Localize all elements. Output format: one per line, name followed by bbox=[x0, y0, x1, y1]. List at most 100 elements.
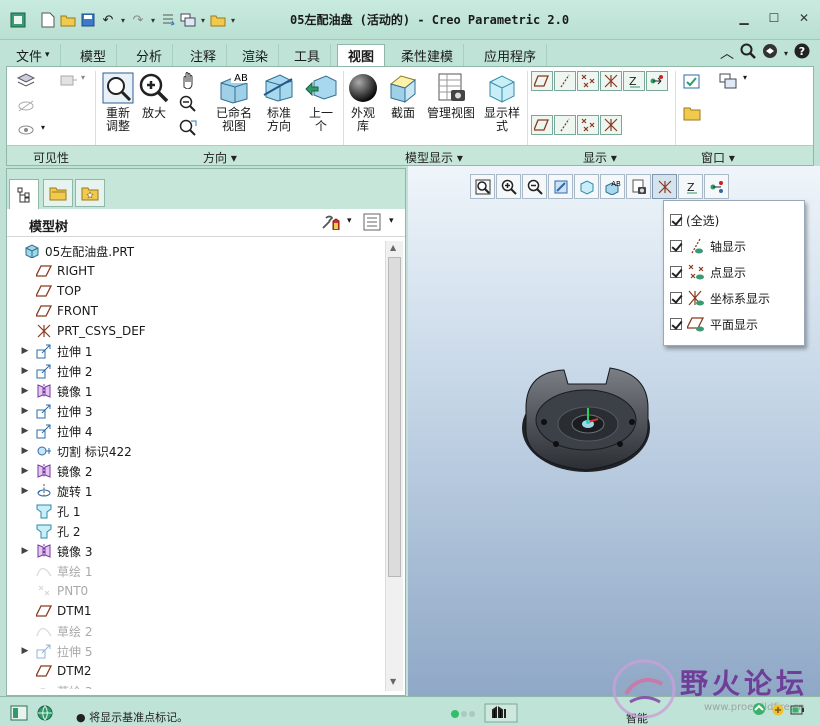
tab-applications[interactable]: 应用程序 bbox=[474, 44, 548, 66]
section-button[interactable]: 截面 bbox=[385, 71, 421, 120]
checkbox-checked[interactable] bbox=[670, 318, 682, 330]
tree-item[interactable]: ▶ 拉伸 3 bbox=[7, 401, 383, 421]
expand-arrow-icon[interactable]: ▶ bbox=[19, 346, 31, 356]
part-model-3d[interactable] bbox=[516, 362, 658, 478]
saved-views-icon[interactable]: AB bbox=[600, 174, 625, 199]
tree-item[interactable]: 孔 1 bbox=[7, 501, 383, 521]
undo-icon[interactable]: ↶ bbox=[98, 10, 118, 30]
tab-model[interactable]: 模型 bbox=[70, 44, 118, 66]
refit-icon[interactable] bbox=[470, 174, 495, 199]
redo-dropdown-icon[interactable]: ▾ bbox=[148, 16, 158, 25]
datum-display-filter-icon[interactable] bbox=[652, 174, 677, 199]
point-display-toggle[interactable] bbox=[577, 71, 599, 91]
tab-favorites[interactable] bbox=[75, 179, 105, 207]
plane-display-toggle[interactable] bbox=[531, 71, 553, 91]
checkbox-checked[interactable] bbox=[670, 214, 682, 226]
tree-item[interactable]: RIGHT bbox=[7, 261, 383, 281]
tab-view[interactable]: 视图 bbox=[337, 44, 386, 66]
datum-menu-item[interactable]: 轴显示 bbox=[670, 235, 746, 257]
manage-views-button[interactable]: 管理视图 bbox=[425, 71, 477, 120]
csys-display-toggle[interactable] bbox=[600, 71, 622, 91]
zoom-out-icon[interactable] bbox=[179, 95, 197, 116]
display-style-icon[interactable] bbox=[574, 174, 599, 199]
expand-arrow-icon[interactable]: ▶ bbox=[19, 366, 31, 376]
tab-tools[interactable]: 工具 bbox=[284, 44, 332, 66]
hide-icon[interactable] bbox=[59, 73, 79, 90]
tab-file[interactable]: 文件 ▾ bbox=[6, 44, 61, 66]
expand-arrow-icon[interactable]: ▶ bbox=[19, 386, 31, 396]
standard-orientation-button[interactable]: 标准 方向 bbox=[259, 71, 299, 133]
spin-center-icon[interactable]: Z bbox=[678, 174, 703, 199]
tree-item[interactable]: DTM2 bbox=[7, 661, 383, 681]
tree-item[interactable]: 草绘 1 bbox=[7, 561, 383, 581]
refit-button[interactable]: 重新 调整 bbox=[100, 71, 136, 133]
expand-arrow-icon[interactable]: ▶ bbox=[19, 426, 31, 436]
filter-label[interactable]: 智能 bbox=[626, 710, 648, 726]
tab-folder-browser[interactable] bbox=[43, 179, 73, 207]
group-label-visibility[interactable]: 可见性 bbox=[33, 149, 69, 166]
windows-icon[interactable] bbox=[178, 10, 198, 30]
tab-render[interactable]: 渲染 bbox=[232, 44, 280, 66]
regenerate-icon[interactable] bbox=[158, 10, 178, 30]
display-style-button[interactable]: 显示样 式 bbox=[481, 71, 523, 133]
tree-item[interactable]: 05左配油盘.PRT bbox=[7, 241, 383, 261]
close-window-icon[interactable] bbox=[683, 105, 701, 124]
tree-item[interactable]: PNT0 bbox=[7, 581, 383, 601]
tree-item[interactable]: 草绘 2 bbox=[7, 621, 383, 641]
new-file-icon[interactable] bbox=[38, 10, 58, 30]
group-label-window[interactable]: 窗口 ▾ bbox=[701, 149, 735, 166]
csys-tag-toggle[interactable] bbox=[646, 71, 668, 91]
axis-display-toggle[interactable] bbox=[554, 71, 576, 91]
tree-item[interactable]: ▶ 镜像 3 bbox=[7, 541, 383, 561]
qat-customize-icon[interactable]: ▾ bbox=[228, 16, 238, 25]
close-window-icon[interactable] bbox=[208, 10, 228, 30]
checkbox-checked[interactable] bbox=[670, 266, 682, 278]
hide-dropdown-icon[interactable]: ▾ bbox=[81, 73, 85, 82]
spin-center-toggle[interactable]: Z bbox=[623, 71, 645, 91]
datum-menu-item[interactable]: 坐标系显示 bbox=[670, 287, 770, 309]
tab-analysis[interactable]: 分析 bbox=[126, 44, 174, 66]
zoom-in-icon[interactable] bbox=[496, 174, 521, 199]
expand-arrow-icon[interactable]: ▶ bbox=[19, 446, 31, 456]
previous-view-button[interactable]: 上一 个 bbox=[301, 71, 341, 133]
tab-model-tree[interactable] bbox=[9, 179, 39, 209]
windows-dropdown-icon[interactable]: ▾ bbox=[198, 16, 208, 25]
datum-menu-item[interactable]: 点显示 bbox=[670, 261, 746, 283]
minimize-icon[interactable]: ▁ bbox=[736, 10, 752, 26]
axis-tag-toggle[interactable] bbox=[554, 115, 576, 135]
switch-windows-dropdown-icon[interactable]: ▾ bbox=[743, 73, 747, 82]
open-folder-icon[interactable] bbox=[58, 10, 78, 30]
tree-item[interactable]: ▶ 拉伸 4 bbox=[7, 421, 383, 441]
zoom-out-icon[interactable] bbox=[522, 174, 547, 199]
group-label-model-display[interactable]: 模型显示 ▾ bbox=[405, 149, 463, 166]
appearance-gallery-button[interactable]: 外观 库 bbox=[345, 71, 381, 133]
save-icon[interactable] bbox=[78, 10, 98, 30]
annotation-display-icon[interactable] bbox=[704, 174, 729, 199]
search-icon[interactable] bbox=[740, 43, 756, 63]
redo-icon[interactable]: ↷ bbox=[128, 10, 148, 30]
expand-arrow-icon[interactable]: ▶ bbox=[19, 646, 31, 656]
view-manager-icon[interactable] bbox=[626, 174, 651, 199]
show-tree-icon[interactable] bbox=[10, 705, 28, 724]
scrollbar-thumb[interactable] bbox=[388, 257, 401, 577]
checkbox-checked[interactable] bbox=[670, 240, 682, 252]
tree-item[interactable]: DTM1 bbox=[7, 601, 383, 621]
close-icon[interactable]: ✕ bbox=[796, 10, 812, 26]
tab-flexible-modeling[interactable]: 柔性建模 bbox=[391, 44, 465, 66]
tree-item[interactable]: 孔 2 bbox=[7, 521, 383, 541]
unhide-all-icon[interactable] bbox=[17, 99, 35, 116]
creo-app-icon[interactable] bbox=[8, 10, 28, 30]
tree-columns-dropdown-icon[interactable]: ▾ bbox=[389, 216, 394, 226]
tree-columns-icon[interactable] bbox=[363, 213, 381, 234]
tree-item[interactable]: ▶ 旋转 1 bbox=[7, 481, 383, 501]
expand-arrow-icon[interactable]: ▶ bbox=[19, 546, 31, 556]
tree-item[interactable]: ▶ 镜像 2 bbox=[7, 461, 383, 481]
group-label-orientation[interactable]: 方向 ▾ bbox=[203, 149, 237, 166]
scroll-up-icon[interactable]: ▲ bbox=[390, 243, 396, 252]
tree-item[interactable]: PRT_CSYS_DEF bbox=[7, 321, 383, 341]
tree-item[interactable]: TOP bbox=[7, 281, 383, 301]
datum-menu-item[interactable]: (全选) bbox=[670, 209, 719, 231]
help-icon[interactable]: ? bbox=[794, 43, 810, 63]
tree-item[interactable]: ▶ 切割 标识422 bbox=[7, 441, 383, 461]
tree-item[interactable]: ▶ 拉伸 2 bbox=[7, 361, 383, 381]
